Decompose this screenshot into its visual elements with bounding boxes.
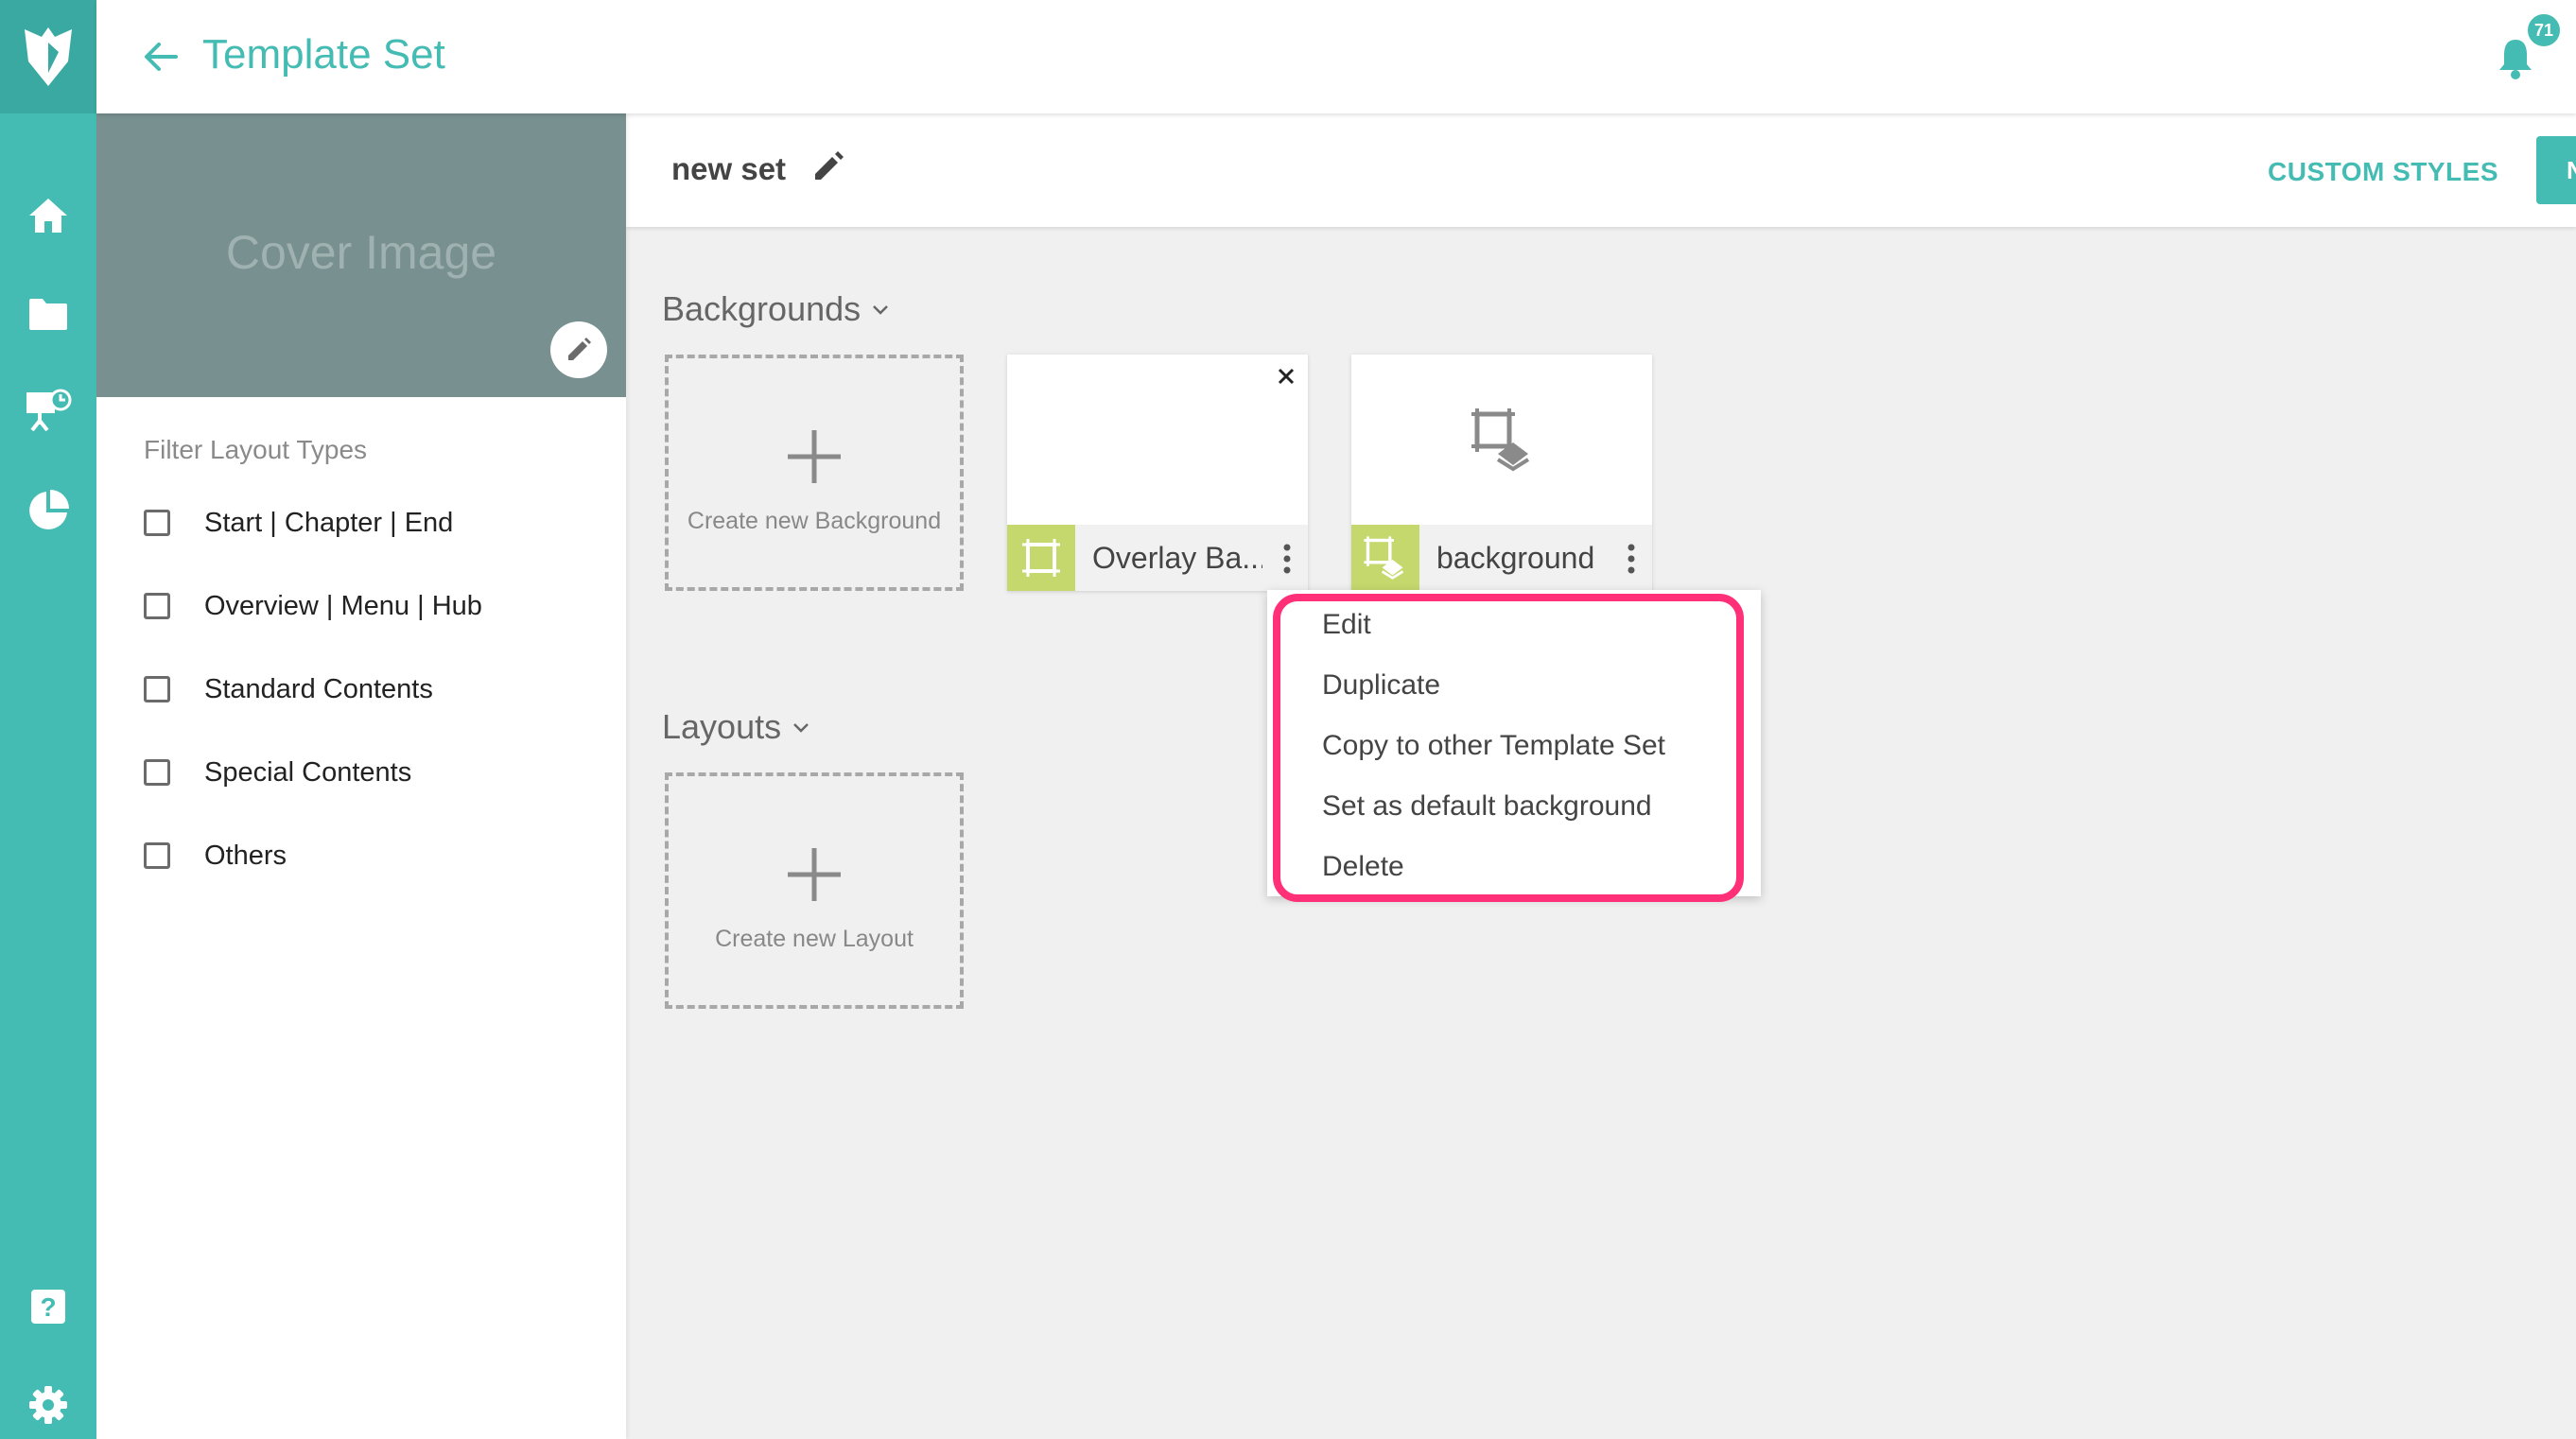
filter-label: Others — [204, 840, 287, 871]
checkbox[interactable] — [144, 593, 170, 619]
home-icon[interactable] — [0, 187, 96, 244]
nav-rail: ? — [0, 0, 96, 1439]
chevron-down-icon — [793, 723, 809, 733]
checkbox[interactable] — [144, 842, 170, 869]
chevron-down-icon — [873, 305, 889, 315]
cover-image-label: Cover Image — [225, 226, 497, 279]
pie-chart-icon[interactable] — [0, 482, 96, 539]
background-preview — [1007, 355, 1308, 525]
background-name: Overlay Ba... — [1092, 540, 1262, 575]
background-card[interactable]: Overlay Ba... — [1007, 355, 1308, 591]
presentation-icon[interactable] — [0, 382, 96, 439]
folder-icon[interactable] — [0, 286, 96, 342]
more-vert-icon[interactable] — [1622, 542, 1641, 576]
plus-icon — [669, 844, 960, 905]
backgrounds-heading[interactable]: Backgrounds — [662, 289, 891, 329]
filter-item-others[interactable]: Others — [144, 837, 287, 875]
background-preview — [1351, 355, 1652, 525]
filter-label: Special Contents — [204, 756, 412, 788]
top-bar: Template Set 71 — [96, 0, 2576, 113]
backgrounds-heading-label: Backgrounds — [662, 289, 862, 328]
gear-icon[interactable] — [0, 1377, 96, 1433]
checkbox[interactable] — [144, 759, 170, 786]
create-background-button[interactable]: Create new Background — [665, 355, 964, 591]
notification-badge: 71 — [2525, 11, 2563, 49]
menu-item-delete[interactable]: Delete — [1322, 851, 1404, 883]
set-name: new set — [671, 151, 787, 186]
edit-set-name-button[interactable] — [811, 149, 853, 191]
filter-panel: Cover Image Filter Layout Types Start | … — [96, 113, 626, 1439]
more-vert-icon[interactable] — [1278, 542, 1297, 576]
background-card-footer: Overlay Ba... — [1007, 525, 1308, 591]
background-layers-icon — [1351, 525, 1419, 591]
background-name: background — [1436, 540, 1595, 575]
filter-label: Start | Chapter | End — [204, 507, 454, 538]
overlay-frame-icon — [1007, 525, 1075, 591]
edit-cover-button[interactable] — [550, 321, 607, 378]
back-arrow-icon[interactable] — [138, 34, 183, 79]
plus-icon — [669, 426, 960, 487]
menu-item-copy-to-other-template-set[interactable]: Copy to other Template Set — [1322, 730, 1665, 762]
logo-icon[interactable] — [0, 0, 96, 113]
menu-item-set-default-background[interactable]: Set as default background — [1322, 790, 1652, 823]
new-button[interactable]: N — [2536, 136, 2576, 204]
background-card-footer: background — [1351, 525, 1652, 591]
menu-item-edit[interactable]: Edit — [1322, 609, 1371, 641]
checkbox[interactable] — [144, 510, 170, 536]
filter-item-overview-menu-hub[interactable]: Overview | Menu | Hub — [144, 587, 482, 625]
help-icon[interactable]: ? — [0, 1278, 96, 1335]
checkbox[interactable] — [144, 676, 170, 702]
create-background-label: Create new Background — [687, 508, 942, 534]
svg-text:?: ? — [40, 1292, 56, 1322]
filter-label: Standard Contents — [204, 673, 433, 704]
menu-item-duplicate[interactable]: Duplicate — [1322, 669, 1440, 702]
filter-label: Overview | Menu | Hub — [204, 590, 482, 621]
layouts-heading[interactable]: Layouts — [662, 707, 811, 747]
background-context-menu: Edit Duplicate Copy to other Template Se… — [1267, 590, 1761, 896]
pencil-icon — [568, 338, 591, 360]
page-title: Template Set — [202, 31, 445, 78]
filter-heading: Filter Layout Types — [144, 435, 368, 464]
background-card[interactable]: background — [1351, 355, 1652, 591]
set-header: new set CUSTOM STYLES N — [626, 113, 2576, 227]
close-icon[interactable] — [1272, 362, 1300, 390]
background-layers-icon — [1471, 408, 1530, 472]
filter-item-special-contents[interactable]: Special Contents — [144, 754, 411, 791]
cover-image: Cover Image — [96, 113, 626, 397]
layouts-heading-label: Layouts — [662, 707, 782, 746]
create-layout-label: Create new Layout — [715, 926, 914, 952]
create-layout-button[interactable]: Create new Layout — [665, 772, 964, 1009]
pencil-icon — [815, 151, 844, 180]
custom-styles-button[interactable]: CUSTOM STYLES — [2268, 157, 2498, 187]
filter-item-start-chapter-end[interactable]: Start | Chapter | End — [144, 504, 453, 542]
filter-item-standard-contents[interactable]: Standard Contents — [144, 670, 433, 708]
